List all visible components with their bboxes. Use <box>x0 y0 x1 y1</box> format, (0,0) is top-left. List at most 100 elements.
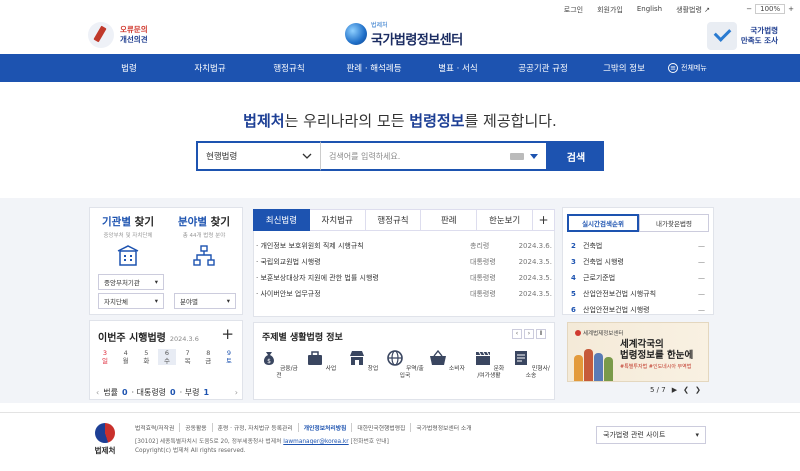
rank-title: 산업안전보건법 시행령 <box>583 306 650 314</box>
pause-button[interactable]: Ⅱ <box>536 329 546 339</box>
play-icon[interactable]: ▶ <box>672 386 677 394</box>
next-button[interactable]: › <box>524 329 534 339</box>
rank-change: — <box>698 306 705 314</box>
field-dropdown[interactable]: 분야별 ▾ <box>174 293 236 309</box>
list-item[interactable]: · 국립외교원법 시행령 대통령령 2024.3.5. <box>256 254 552 270</box>
tab-latest-law[interactable]: 최신법령 <box>253 209 310 231</box>
login-link[interactable]: 로그인 <box>564 5 583 15</box>
world-law-banner[interactable]: 세계법제정보센터 세계각국의 법령정보를 한눈에 #특별투자법 #인도네시아 무역… <box>567 322 709 382</box>
footer-link-law-collection[interactable]: 대한민국현행법령집 <box>351 423 410 432</box>
tab-overview[interactable]: 한눈보기 <box>477 209 533 231</box>
tab-precedent[interactable]: 판례 <box>421 209 478 231</box>
all-menu-button[interactable]: ≡ 전체메뉴 <box>668 63 707 73</box>
agency-dropdown[interactable]: 중앙부처기관 ▾ <box>98 274 164 290</box>
life-item-lawsuit[interactable]: 민형사/소송 <box>512 349 550 380</box>
list-item[interactable]: · 보훈보상대상자 지원에 관한 법률 시행령 대통령령 2024.3.5. <box>256 270 552 286</box>
life-item-trade[interactable]: 무역/출입국 <box>386 349 424 380</box>
chevron-left-icon[interactable]: ‹ <box>96 388 99 397</box>
day-number: 8 <box>206 349 211 357</box>
prev-button[interactable]: ‹ <box>512 329 522 339</box>
caret-down-icon[interactable] <box>530 153 538 159</box>
news-title: · 사이버안보 업무규정 <box>256 290 321 298</box>
footer-link-privacy[interactable]: 개인정보처리방침 <box>297 423 352 432</box>
day-item-today[interactable]: 6수 <box>157 349 176 365</box>
day-weekday: 수 <box>163 357 170 365</box>
english-link[interactable]: English <box>637 5 662 15</box>
brand-name: 국가법령정보센터 <box>371 33 463 48</box>
footer-link-copyright[interactable]: 법적효력/저작권 <box>135 423 179 432</box>
chevron-right-icon[interactable]: › <box>235 388 238 397</box>
nav-item-other-info[interactable]: 그밖의 정보 <box>590 62 658 74</box>
site-logo[interactable]: 법제처 국가법령정보센터 <box>345 20 463 48</box>
local-dropdown[interactable]: 자치단체 ▾ <box>98 293 164 309</box>
day-item[interactable]: 4월 <box>117 349 135 365</box>
signup-link[interactable]: 회원가입 <box>597 5 623 15</box>
banner-line1: 세계각국의 <box>620 339 664 350</box>
all-menu-label: 전체메뉴 <box>681 64 707 72</box>
rank-title: 산업안전보건법 시행규칙 <box>583 290 657 298</box>
life-item-label: 소비자 <box>448 366 465 372</box>
tab-my-search[interactable]: 내가찾은법령 <box>639 214 709 232</box>
keyboard-icon[interactable] <box>510 152 524 160</box>
day-item[interactable]: 5화 <box>137 349 155 365</box>
list-item[interactable]: 4 근로기준법 — <box>571 270 705 286</box>
footer-address: [30102] 세종특별자치시 도움5로 20, 정부세종청사 법제처 lawm… <box>135 436 389 445</box>
phone-guide-link[interactable]: [전화번호 안내] <box>349 439 389 445</box>
zoom-in-button[interactable]: + <box>788 5 794 13</box>
news-more-button[interactable]: + <box>532 209 555 231</box>
chevron-right-icon[interactable]: ❯ <box>695 386 701 394</box>
globe-icon <box>387 350 403 366</box>
copyright: Copyright(c) 법제처 All rights reserved. <box>135 448 246 454</box>
nav-item-local-law[interactable]: 자치법규 <box>170 62 250 74</box>
store-icon <box>349 351 364 365</box>
nav-item-forms[interactable]: 별표 · 서식 <box>420 62 496 74</box>
nav-item-precedent[interactable]: 판례 · 해석례등 <box>328 62 420 74</box>
nav-item-admin-rule[interactable]: 행정규칙 <box>250 62 328 74</box>
tab-local-law[interactable]: 자치법규 <box>309 209 366 231</box>
list-item[interactable]: 2 건축법 — <box>571 238 705 254</box>
life-item-finance[interactable]: $ 금융/금전 <box>260 349 298 380</box>
tab-admin-rule[interactable]: 행정규칙 <box>365 209 422 231</box>
chevron-left-icon[interactable]: ❮ <box>683 386 689 394</box>
day-number: 4 <box>123 349 128 357</box>
life-item-startup[interactable]: 창업 <box>344 349 382 380</box>
day-item[interactable]: 8금 <box>199 349 217 365</box>
zoom-out-button[interactable]: − <box>746 5 752 13</box>
list-item[interactable]: · 개인정보 보호위원회 직제 시행규칙 총리령 2024.3.6. <box>256 238 552 254</box>
survey-link[interactable]: 국가법령 만족도 조사 <box>706 22 778 50</box>
footer-link-registration[interactable]: 훈령 · 규정, 자치법규 등록관리 <box>211 423 298 432</box>
list-item[interactable]: 6 산업안전보건법 시행령 — <box>571 302 705 318</box>
nav-item-public-org[interactable]: 공공기관 규정 <box>496 62 590 74</box>
day-weekday: 목 <box>184 357 191 365</box>
survey-line1: 국가법령 <box>750 26 778 35</box>
day-number: 7 <box>185 349 190 357</box>
life-law-panel: 주제별 생활법령 정보 ‹ › Ⅱ $ 금융/금전 사업 창업 무역/출입국 소… <box>253 322 555 400</box>
day-item[interactable]: 9토 <box>220 349 238 365</box>
day-item[interactable]: 3일 <box>96 349 114 365</box>
rank-change: — <box>698 242 705 250</box>
list-item[interactable]: 5 산업안전보건법 시행규칙 — <box>571 286 705 302</box>
search-input[interactable]: 검색어를 입력하세요. <box>320 141 548 171</box>
tab-realtime-rank[interactable]: 실시간검색순위 <box>567 214 639 232</box>
life-law-link[interactable]: 생활법령 ↗ <box>676 5 710 15</box>
footer-link-about[interactable]: 국가법령정보센터 소개 <box>410 423 476 432</box>
week-more-button[interactable]: + <box>221 325 234 343</box>
news-tabs: 최신법령 자치법규 행정규칙 판례 한눈보기 + <box>253 209 555 231</box>
day-weekday: 금 <box>205 357 212 365</box>
related-sites-select[interactable]: 국가법령 관련 사이트 ▾ <box>596 426 706 444</box>
life-item-business[interactable]: 사업 <box>302 349 340 380</box>
footer-link-shared-use[interactable]: 공동활용 <box>179 423 211 432</box>
life-item-culture[interactable]: 문화 /여가생활 <box>470 349 508 380</box>
list-item[interactable]: · 사이버안보 업무규정 대통령령 2024.3.5. <box>256 286 552 302</box>
life-item-label: 무역/출입국 <box>399 366 424 379</box>
hero-text-1: 는 우리나라의 모든 <box>284 112 410 130</box>
life-item-consumer[interactable]: 소비자 <box>428 349 466 380</box>
search-category-select[interactable]: 현행법령 <box>196 141 320 171</box>
day-item[interactable]: 7목 <box>179 349 197 365</box>
error-report-link[interactable]: 오류문의 개선의견 <box>88 22 148 48</box>
list-item[interactable]: 3 건축법 시행령 — <box>571 254 705 270</box>
nav-item-law[interactable]: 법령 <box>88 62 170 74</box>
search-button[interactable]: 검색 <box>548 141 604 171</box>
error-report-line2: 개선의견 <box>120 35 148 44</box>
email-link[interactable]: lawmanager@korea.kr <box>283 439 348 445</box>
